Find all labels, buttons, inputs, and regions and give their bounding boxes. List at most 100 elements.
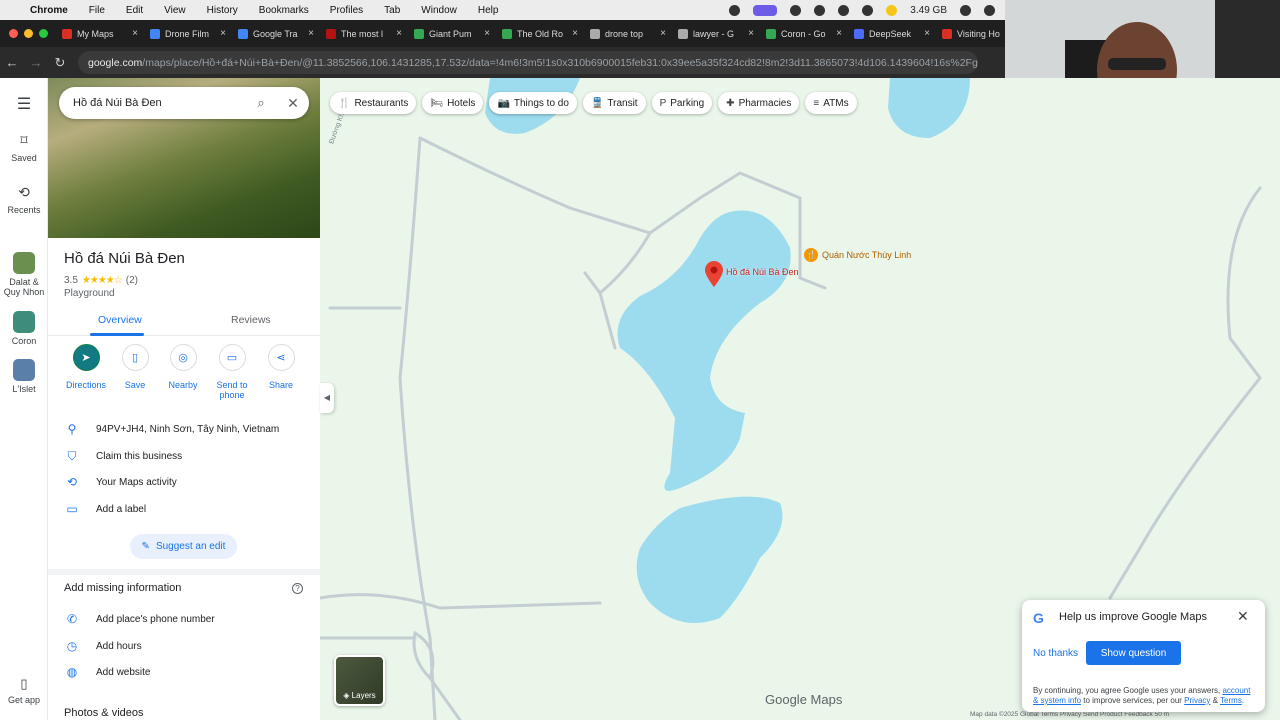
close-icon[interactable]: ✕ — [1237, 608, 1249, 625]
menu-file[interactable]: File — [89, 5, 105, 16]
pond-northeast[interactable] — [888, 78, 970, 138]
rail-recents[interactable]: ⟲ Recents — [0, 184, 48, 215]
browser-tab[interactable]: lawyer - G × — [672, 24, 760, 44]
screenshot-icon[interactable] — [984, 4, 995, 16]
share-button[interactable]: ⋖ Share — [253, 344, 309, 390]
nearby-button[interactable]: ◎ Nearby — [155, 344, 211, 390]
browser-tab[interactable]: The most l × — [320, 24, 408, 44]
location-pin[interactable] — [705, 261, 723, 290]
add-hours-row[interactable]: ◷ Add hours — [48, 637, 320, 655]
tab-close-icon[interactable]: × — [132, 28, 138, 39]
chip-atms[interactable]: ≡ ATMs — [805, 92, 857, 114]
chip-restaurants[interactable]: 🍴 Restaurants — [330, 92, 417, 114]
wifi-icon[interactable] — [814, 4, 826, 16]
bluetooth-icon[interactable] — [790, 4, 802, 16]
terms-link[interactable]: Terms — [1220, 696, 1242, 705]
menu-view[interactable]: View — [164, 5, 186, 16]
menu-icon[interactable]: ☰ — [0, 94, 48, 114]
privacy-link[interactable]: Privacy — [1184, 696, 1210, 705]
reload-icon[interactable]: ↻ — [48, 55, 72, 71]
rail-list-coron[interactable]: Coron — [0, 311, 48, 346]
address-row[interactable]: ⚲ 94PV+JH4, Ninh Sơn, Tây Ninh, Vietnam — [48, 420, 320, 438]
lake-main[interactable] — [617, 210, 791, 491]
tab-close-icon[interactable]: × — [748, 28, 754, 39]
chip-things-to-do[interactable]: 📷 Things to do — [489, 92, 577, 114]
directions-button[interactable]: ➤ Directions — [58, 344, 114, 390]
tab-close-icon[interactable]: × — [924, 28, 930, 39]
menu-bookmarks[interactable]: Bookmarks — [259, 5, 309, 16]
lake-south[interactable] — [636, 496, 783, 623]
add-phone-row[interactable]: ✆ Add place's phone number — [48, 610, 320, 628]
tab-close-icon[interactable]: × — [660, 28, 666, 39]
show-question-button[interactable]: Show question — [1086, 641, 1181, 665]
chip-transit[interactable]: 🚆 Transit — [582, 92, 646, 114]
zoom-window-button[interactable] — [39, 29, 48, 38]
road-south-branch[interactable] — [598, 291, 617, 350]
rail-saved[interactable]: ⌑ Saved — [0, 132, 48, 163]
tab-close-icon[interactable]: × — [220, 28, 226, 39]
search-input[interactable]: Hồ đá Núi Bà Đen ⌕ ✕ — [59, 87, 309, 119]
road-east[interactable] — [1108, 186, 1262, 600]
status-app-icon[interactable] — [729, 4, 741, 16]
restaurant-poi-icon[interactable]: 🍴 — [804, 248, 818, 262]
minimize-window-button[interactable] — [24, 29, 33, 38]
browser-tab[interactable]: The Old Ro × — [496, 24, 584, 44]
menu-app-name[interactable]: Chrome — [30, 5, 68, 16]
browser-tab[interactable]: Giant Pum × — [408, 24, 496, 44]
grammarly-icon[interactable] — [960, 4, 971, 16]
menu-profiles[interactable]: Profiles — [330, 5, 363, 16]
browser-tab[interactable]: DeepSeek × — [848, 24, 936, 44]
claim-business-row[interactable]: ⛉ Claim this business — [48, 447, 320, 465]
close-window-button[interactable] — [9, 29, 18, 38]
collapse-panel-button[interactable]: ◀ — [320, 383, 334, 413]
place-category[interactable]: Playground — [64, 288, 115, 299]
rating-row[interactable]: 3.5 ★★★★☆ (2) — [64, 275, 138, 286]
url-bar[interactable]: google.com/maps/place/Hồ+đá+Núi+Bà+Đen/@… — [78, 51, 978, 74]
rail-list-lislet[interactable]: L'Islet — [0, 359, 48, 394]
browser-tab[interactable]: drone top × — [584, 24, 672, 44]
storage-indicator[interactable]: 3.49 GB — [910, 5, 947, 16]
tab-close-icon[interactable]: × — [484, 28, 490, 39]
tab-close-icon[interactable]: × — [308, 28, 314, 39]
tab-close-icon[interactable]: × — [572, 28, 578, 39]
rail-get-app[interactable]: ▯ Get app — [0, 676, 48, 705]
chip-hotels[interactable]: 🛏 Hotels — [422, 92, 484, 114]
add-label-row[interactable]: ▭ Add a label — [48, 500, 320, 518]
volume-icon[interactable] — [862, 4, 874, 16]
map-footer[interactable]: Map data ©2025 Global Terms Privacy Send… — [970, 711, 1169, 718]
send-to-phone-button[interactable]: ▭ Send to phone — [204, 344, 260, 400]
rail-list-dalat[interactable]: Dalat & Quy Nhon — [0, 252, 48, 297]
menu-history[interactable]: History — [207, 5, 238, 16]
add-website-row[interactable]: ◍ Add website — [48, 663, 320, 681]
tab-reviews[interactable]: Reviews — [231, 314, 271, 326]
menu-window[interactable]: Window — [421, 5, 457, 16]
menu-help[interactable]: Help — [478, 5, 499, 16]
review-count[interactable]: (2) — [126, 275, 138, 286]
back-icon[interactable]: ← — [0, 55, 24, 70]
emoji-icon[interactable] — [886, 4, 898, 16]
chip-parking[interactable]: P Parking — [651, 92, 713, 114]
browser-tab[interactable]: Google Tra × — [232, 24, 320, 44]
pin-label[interactable]: Hồ đá Núi Bà Đen — [726, 267, 799, 277]
maps-activity-row[interactable]: ⟲ Your Maps activity — [48, 473, 320, 491]
menu-edit[interactable]: Edit — [126, 5, 143, 16]
chip-pharmacies[interactable]: ✚ Pharmacies — [718, 92, 800, 114]
suggest-edit-button[interactable]: ✎ Suggest an edit — [130, 534, 237, 559]
tab-close-icon[interactable]: × — [396, 28, 402, 39]
road-west[interactable] — [398, 136, 437, 720]
forward-icon[interactable]: → — [24, 55, 48, 70]
user-icon[interactable] — [838, 4, 850, 16]
help-icon[interactable]: ? — [292, 583, 303, 594]
browser-tab[interactable]: My Maps × — [56, 24, 144, 44]
poi-label[interactable]: Quán Nước Thùy Linh — [822, 250, 911, 260]
tab-overview[interactable]: Overview — [98, 314, 142, 326]
road-west-branch[interactable] — [583, 231, 652, 296]
screen-record-icon[interactable] — [753, 4, 778, 16]
browser-tab[interactable]: Drone Film × — [144, 24, 232, 44]
layers-button[interactable]: ◈ Layers — [334, 655, 385, 706]
no-thanks-button[interactable]: No thanks — [1033, 648, 1078, 659]
browser-tab[interactable]: Coron - Go × — [760, 24, 848, 44]
search-icon[interactable]: ⌕ — [245, 95, 277, 111]
menu-tab[interactable]: Tab — [384, 5, 400, 16]
close-icon[interactable]: ✕ — [277, 95, 309, 112]
